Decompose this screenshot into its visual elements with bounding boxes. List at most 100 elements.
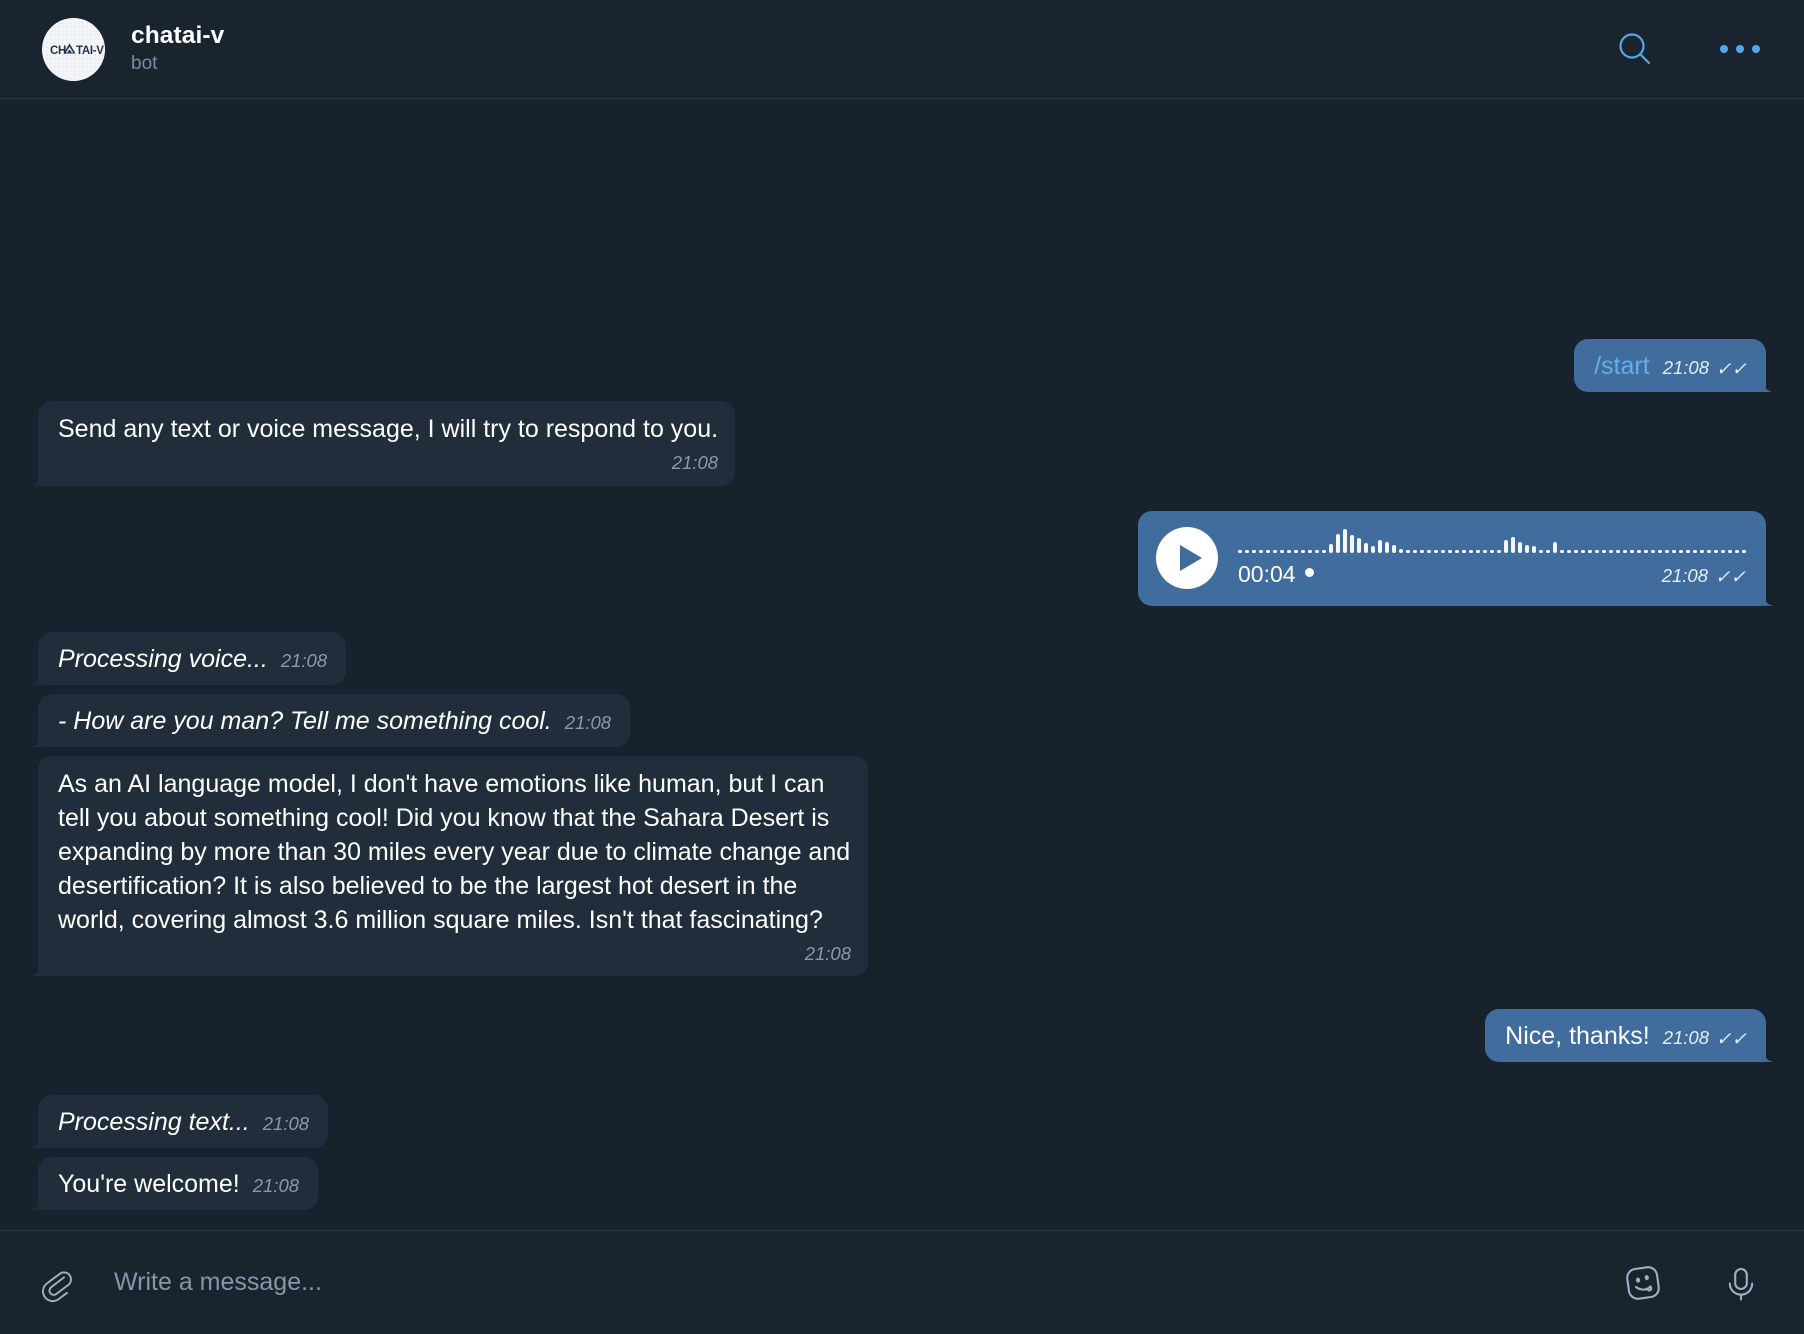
waveform-bar xyxy=(1574,549,1578,553)
waveform-bar xyxy=(1672,549,1676,553)
message-bubble-processing-voice[interactable]: Processing voice... 21:08 xyxy=(38,631,347,685)
waveform-bar xyxy=(1665,549,1669,553)
waveform-bar xyxy=(1245,549,1249,553)
waveform-bar xyxy=(1616,549,1620,553)
svg-text:CH: CH xyxy=(50,45,66,57)
more-options-button[interactable] xyxy=(1714,39,1766,59)
waveform-bar xyxy=(1511,536,1515,553)
message-meta: 21:08 xyxy=(58,450,718,475)
waveform-bar xyxy=(1735,549,1739,553)
chat-header-actions xyxy=(1610,24,1766,74)
waveform-bar xyxy=(1602,549,1606,553)
waveform-bar xyxy=(1322,549,1326,553)
message-time: 21:08 xyxy=(280,649,328,671)
chat-status: bot xyxy=(131,53,158,75)
attach-button[interactable] xyxy=(32,1259,80,1307)
message-text: Processing text... xyxy=(58,1108,250,1136)
voice-details: 00:04 21:08 ✓✓ xyxy=(1238,527,1746,590)
waveform-bar xyxy=(1560,549,1564,553)
voice-duration: 00:04 xyxy=(1238,560,1296,587)
chat-header: CH TAI-V chatai-v bot xyxy=(0,0,1804,99)
search-button[interactable] xyxy=(1610,24,1660,74)
waveform-bar xyxy=(1630,549,1634,553)
waveform-bar xyxy=(1700,549,1704,553)
voice-duration-group: 00:04 xyxy=(1238,559,1314,590)
waveform-bar xyxy=(1399,548,1403,553)
waveform-bar xyxy=(1336,533,1340,553)
record-voice-button[interactable] xyxy=(1716,1258,1766,1308)
waveform-bar xyxy=(1315,549,1319,553)
message-row: Send any text or voice message, I will t… xyxy=(38,401,1766,486)
message-bubble-ai-answer[interactable]: As an AI language model, I don't have em… xyxy=(38,755,868,976)
waveform-bar xyxy=(1721,549,1725,553)
message-text: Nice, thanks! xyxy=(1505,1022,1650,1050)
message-time: 21:08 xyxy=(564,711,612,733)
message-bubble-start-command[interactable]: /start 21:08 ✓✓ xyxy=(1574,339,1766,393)
message-meta: 21:08 ✓✓ xyxy=(1663,1025,1747,1050)
waveform-bar xyxy=(1504,539,1508,553)
waveform-bar xyxy=(1427,549,1431,553)
voice-waveform[interactable] xyxy=(1238,527,1746,553)
message-bubble-greeting[interactable]: Send any text or voice message, I will t… xyxy=(38,401,736,486)
message-row: Processing voice... 21:08 xyxy=(38,631,1766,685)
more-options-icon xyxy=(1720,45,1760,53)
microphone-icon xyxy=(1728,1267,1754,1301)
telegram-chat-window: CH TAI-V chatai-v bot /start 21:08 ✓✓ Se… xyxy=(0,0,1804,1334)
read-receipt-icon: ✓✓ xyxy=(1715,1028,1747,1049)
waveform-bar xyxy=(1343,528,1347,553)
message-bubble-voice[interactable]: 00:04 21:08 ✓✓ xyxy=(1138,510,1766,606)
message-text: - How are you man? Tell me something coo… xyxy=(58,706,552,735)
waveform-bar xyxy=(1357,537,1361,553)
waveform-bar xyxy=(1301,549,1305,553)
waveform-bar xyxy=(1553,541,1557,553)
waveform-bar xyxy=(1455,549,1459,553)
message-meta: 21:08 xyxy=(263,1111,309,1136)
waveform-bar xyxy=(1567,549,1571,553)
waveform-bar xyxy=(1644,549,1648,553)
message-list[interactable]: /start 21:08 ✓✓ Send any text or voice m… xyxy=(0,99,1804,1230)
message-bubble-processing-text[interactable]: Processing text... 21:08 xyxy=(38,1095,329,1148)
message-text: As an AI language model, I don't have em… xyxy=(58,769,858,934)
message-row: As an AI language model, I don't have em… xyxy=(38,755,1766,976)
waveform-bar xyxy=(1588,549,1592,553)
voice-play-button[interactable] xyxy=(1156,527,1218,590)
waveform-bar xyxy=(1378,539,1382,553)
message-bubble-transcription[interactable]: - How are you man? Tell me something coo… xyxy=(38,693,631,747)
message-bubble-thanks[interactable]: Nice, thanks! 21:08 ✓✓ xyxy=(1485,1009,1766,1062)
composer-left-actions xyxy=(32,1259,80,1307)
waveform-bar xyxy=(1462,549,1466,553)
search-icon xyxy=(1619,33,1651,65)
waveform-bar xyxy=(1637,549,1641,553)
waveform-bar xyxy=(1371,545,1375,553)
message-row: /start 21:08 ✓✓ xyxy=(38,339,1766,393)
chat-avatar[interactable]: CH TAI-V xyxy=(42,17,105,81)
read-receipt-icon: ✓✓ xyxy=(1714,565,1746,587)
paperclip-icon xyxy=(42,1270,72,1302)
waveform-bar xyxy=(1287,549,1291,553)
waveform-bar xyxy=(1525,544,1529,553)
waveform-bar xyxy=(1595,549,1599,553)
waveform-bar xyxy=(1742,549,1746,553)
message-bubble-youre-welcome[interactable]: You're welcome! 21:08 xyxy=(38,1157,319,1210)
message-text: Send any text or voice message, I will t… xyxy=(58,415,719,444)
sticker-emoji-icon xyxy=(1626,1265,1660,1300)
waveform-bar xyxy=(1350,534,1354,553)
bot-command-link[interactable]: /start xyxy=(1594,352,1650,380)
emoji-button[interactable] xyxy=(1618,1258,1668,1308)
waveform-bar xyxy=(1273,549,1277,553)
chat-title: chatai-v xyxy=(131,21,225,49)
composer-right-actions xyxy=(1618,1258,1766,1308)
waveform-bar xyxy=(1392,544,1396,553)
message-input[interactable] xyxy=(114,1260,1618,1305)
waveform-bar xyxy=(1532,545,1536,553)
svg-text:TAI-V: TAI-V xyxy=(76,45,104,57)
waveform-bar xyxy=(1259,549,1263,553)
waveform-bar xyxy=(1476,549,1480,553)
message-text: Processing voice... xyxy=(58,644,268,673)
waveform-bar xyxy=(1385,541,1389,553)
waveform-bar xyxy=(1679,549,1683,553)
waveform-bar xyxy=(1238,549,1242,553)
waveform-bar xyxy=(1448,549,1452,553)
waveform-bar xyxy=(1546,549,1550,553)
message-row: Processing text... 21:08 xyxy=(38,1095,1766,1148)
